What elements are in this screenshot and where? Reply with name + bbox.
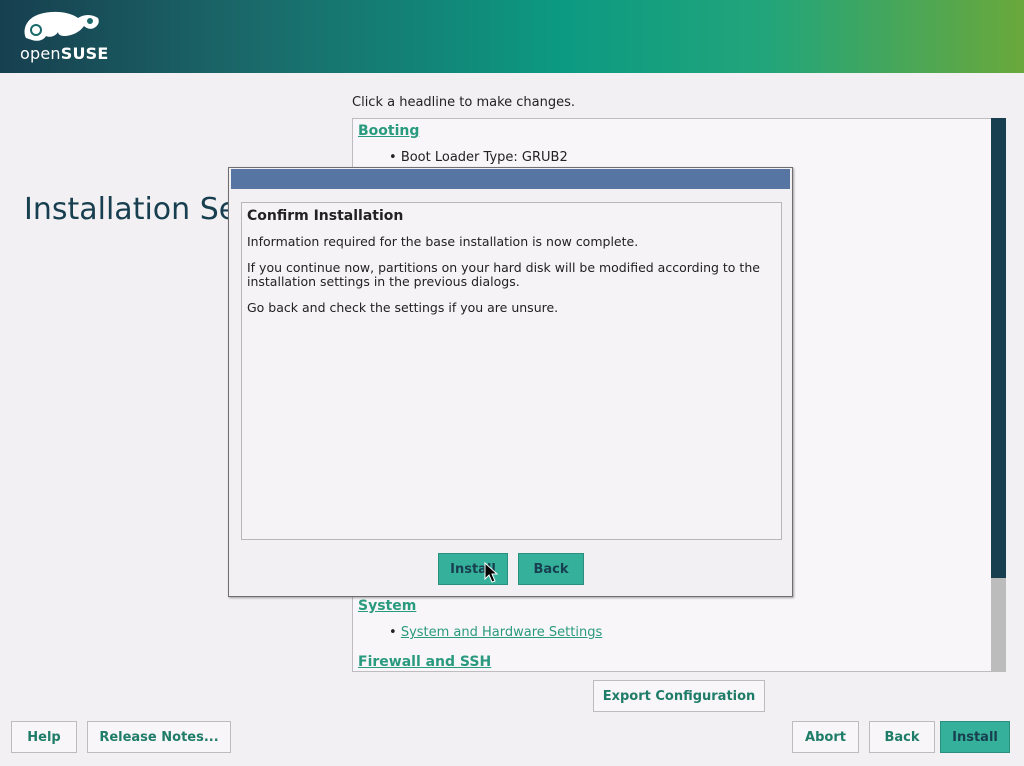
section-firewall[interactable]: Firewall and SSH [358, 654, 491, 670]
list-item: • Boot Loader Type: GRUB2 [389, 150, 568, 165]
dialog-heading: Confirm Installation [247, 208, 404, 224]
page-title: Installation Se [24, 192, 238, 227]
section-system[interactable]: System [358, 598, 416, 614]
hint-text: Click a headline to make changes. [352, 95, 576, 110]
help-button[interactable]: Help [11, 721, 77, 753]
summary-scrollbar[interactable] [991, 118, 1006, 672]
scrollbar-thumb[interactable] [991, 118, 1006, 578]
dialog-paragraph: Information required for the base instal… [247, 234, 639, 249]
section-booting[interactable]: Booting [358, 123, 419, 139]
confirm-installation-dialog: Confirm Installation Information require… [228, 167, 793, 597]
back-button[interactable]: Back [869, 721, 935, 753]
abort-button[interactable]: Abort [792, 721, 859, 753]
logo-text: openSUSE [20, 44, 109, 63]
dialog-titlebar[interactable] [231, 169, 790, 189]
dialog-content: Confirm Installation Information require… [241, 202, 782, 540]
export-configuration-button[interactable]: Export Configuration [593, 680, 765, 712]
header-banner: openSUSE [0, 0, 1024, 73]
dialog-paragraph: If you continue now, partitions on your … [247, 260, 760, 289]
list-item: • System and Hardware Settings [389, 625, 603, 640]
install-button[interactable]: Install [940, 721, 1010, 753]
system-settings-link[interactable]: System and Hardware Settings [401, 625, 602, 640]
dialog-install-button[interactable]: Install [438, 553, 508, 585]
dialog-back-button[interactable]: Back [518, 553, 584, 585]
chameleon-icon [24, 11, 99, 41]
dialog-paragraph: Go back and check the settings if you ar… [247, 300, 559, 315]
opensuse-logo: openSUSE [20, 8, 110, 64]
release-notes-button[interactable]: Release Notes... [87, 721, 231, 753]
